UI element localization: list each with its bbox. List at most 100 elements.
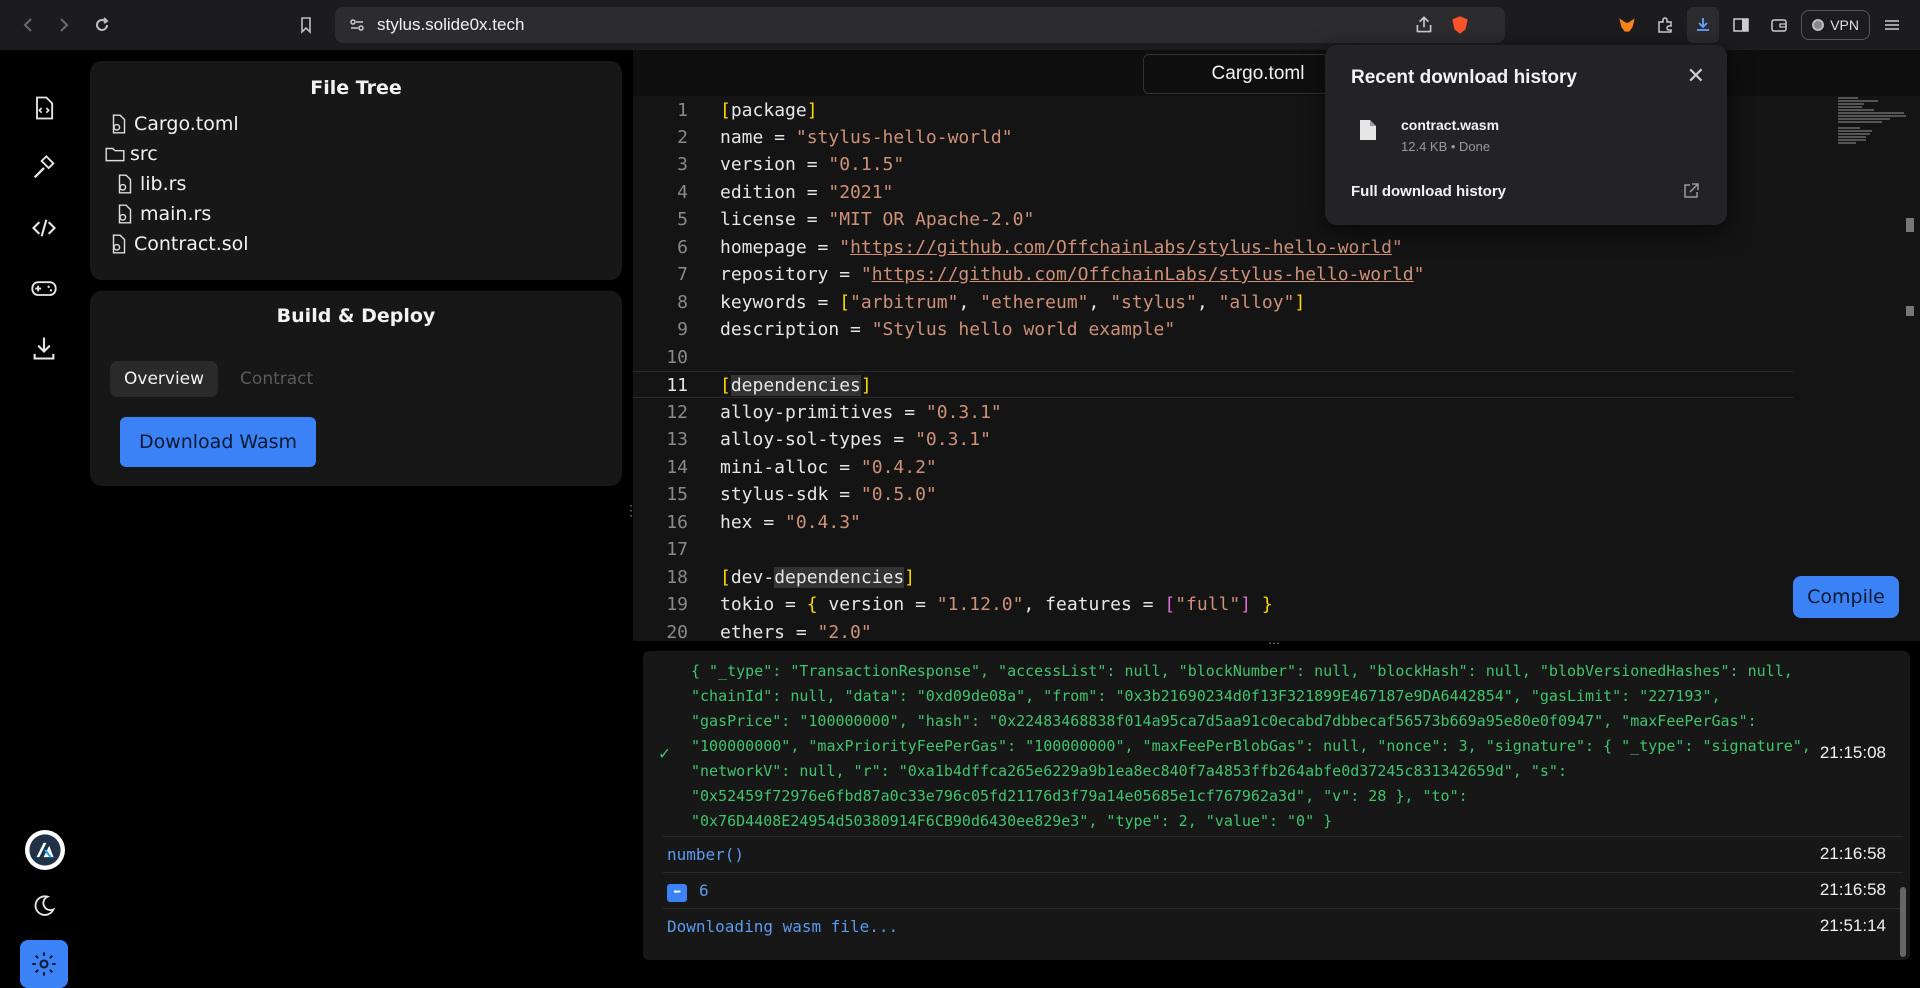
- extensions-puzzle-icon[interactable]: [1649, 7, 1681, 43]
- gamepad-icon[interactable]: [20, 264, 68, 312]
- line-number: 20: [666, 622, 688, 641]
- forward-button[interactable]: [46, 7, 82, 43]
- back-button[interactable]: [10, 7, 46, 43]
- line-number: 6: [677, 237, 688, 258]
- tab-contract[interactable]: Contract: [226, 361, 327, 397]
- line-number: 4: [677, 182, 688, 203]
- close-icon[interactable]: ✕: [1687, 63, 1705, 89]
- line-number: 10: [666, 347, 688, 368]
- code-line-6: homepage = "https://github.com/OffchainL…: [720, 237, 1403, 258]
- tree-file-label: lib.rs: [140, 173, 187, 195]
- line-number: 13: [666, 429, 688, 450]
- code-line-5: license = "MIT OR Apache-2.0": [720, 209, 1035, 230]
- compile-button[interactable]: Compile: [1793, 576, 1899, 618]
- console-scrollbar[interactable]: [1900, 887, 1906, 957]
- console-resize-handle[interactable]: ⋯: [1268, 636, 1280, 650]
- url-text: stylus.solide0x.tech: [377, 15, 525, 34]
- code-line-4: edition = "2021": [720, 182, 894, 203]
- code-line-2: name = "stylus-hello-world": [720, 127, 1013, 148]
- code-icon[interactable]: [20, 204, 68, 252]
- file-gear-icon: [112, 234, 126, 254]
- build-deploy-title: Build & Deploy: [276, 305, 436, 327]
- console-panel: ✓ { "_type": "TransactionResponse", "acc…: [643, 651, 1910, 960]
- line-number: 11: [666, 375, 688, 396]
- file-icon: [1360, 120, 1376, 140]
- reload-button[interactable]: [84, 7, 120, 43]
- line-number: 5: [677, 209, 688, 230]
- code-line-16: hex = "0.4.3": [720, 512, 861, 533]
- extensions-area: VPN: [1611, 7, 1908, 43]
- code-line-20: ethers = "2.0": [720, 622, 872, 641]
- reload-icon: [96, 17, 109, 31]
- file-gear-icon: [112, 114, 126, 134]
- full-download-history-link[interactable]: Full download history: [1351, 183, 1506, 200]
- arrow-left-icon: ⬅: [667, 883, 687, 902]
- code-line-11: [dependencies]: [720, 375, 872, 396]
- code-line-7: repository = "https://github.com/Offchai…: [720, 264, 1425, 285]
- download-log: Downloading wasm file...: [667, 917, 899, 936]
- brave-shield-icon[interactable]: [1449, 14, 1471, 36]
- line-number: 19: [666, 594, 688, 615]
- tree-file-contract[interactable]: Contract.sol: [108, 233, 249, 255]
- file-gear-icon: [118, 174, 132, 194]
- call-log: number(): [667, 845, 745, 864]
- external-link-icon[interactable]: [1681, 181, 1701, 201]
- log-divider: [663, 908, 1903, 909]
- result-log: ⬅ 6: [667, 881, 709, 902]
- line-number: 3: [677, 154, 688, 175]
- download-icon[interactable]: [20, 324, 68, 372]
- hammer-icon[interactable]: [20, 144, 68, 192]
- download-wasm-button[interactable]: Download Wasm: [120, 417, 316, 467]
- tree-file-main[interactable]: main.rs: [114, 203, 211, 225]
- line-number: 2: [677, 127, 688, 148]
- moon-icon[interactable]: [20, 882, 68, 930]
- wallet-icon[interactable]: [1763, 7, 1795, 43]
- bookmark-icon: [301, 17, 311, 34]
- arbitrum-logo-icon[interactable]: [25, 830, 65, 870]
- browser-toolbar: stylus.solide0x.tech VPN: [0, 0, 1920, 50]
- settings-gear-icon[interactable]: [20, 940, 68, 988]
- file-tree-title: File Tree: [310, 77, 402, 99]
- code-line-13: alloy-sol-types = "0.3.1": [720, 429, 991, 450]
- vpn-status-icon: [1812, 19, 1825, 31]
- site-settings-icon[interactable]: [347, 15, 367, 35]
- log-divider: [663, 872, 1903, 873]
- file-code-icon[interactable]: [20, 84, 68, 132]
- sidebar-toggle-icon[interactable]: [1725, 7, 1757, 43]
- tree-folder-src[interactable]: src: [104, 143, 158, 165]
- chevron-left-icon: [23, 18, 32, 32]
- editor-minimap[interactable]: [1838, 96, 1908, 186]
- bookmark-button[interactable]: [288, 7, 324, 43]
- code-line-15: stylus-sdk = "0.5.0": [720, 484, 937, 505]
- editor-scroll-marker: [1906, 218, 1914, 232]
- code-line-3: version = "0.1.5": [720, 154, 905, 175]
- tab-overview[interactable]: Overview: [110, 361, 219, 397]
- tree-folder-label: src: [130, 143, 158, 165]
- log-divider: [663, 836, 1903, 837]
- line-number: 9: [677, 319, 688, 340]
- vpn-button[interactable]: VPN: [1801, 10, 1870, 40]
- left-rail: [0, 50, 90, 988]
- log-timestamp: 21:16:58: [1819, 844, 1886, 863]
- metamask-icon[interactable]: [1611, 7, 1643, 43]
- menu-icon[interactable]: [1876, 7, 1908, 43]
- code-line-19: tokio = { version = "1.12.0", features =…: [720, 594, 1273, 615]
- tree-file-lib[interactable]: lib.rs: [114, 173, 186, 195]
- build-tabs: Overview Contract: [110, 361, 327, 397]
- line-number: 14: [666, 457, 688, 478]
- result-value: 6: [699, 881, 709, 900]
- file-tree-panel: File Tree Cargo.toml src lib.rs main.rs …: [90, 61, 622, 280]
- tree-file-label: Cargo.toml: [134, 113, 239, 135]
- download-file-name[interactable]: contract.wasm: [1401, 117, 1499, 133]
- tree-file-label: Contract.sol: [134, 233, 249, 255]
- download-history-popup: Recent download history ✕ contract.wasm …: [1325, 45, 1727, 225]
- downloads-icon[interactable]: [1687, 7, 1720, 43]
- popup-title: Recent download history: [1351, 67, 1577, 88]
- line-number: 17: [666, 539, 688, 560]
- vpn-label: VPN: [1830, 17, 1859, 33]
- line-number: 1: [677, 100, 688, 121]
- share-icon[interactable]: [1413, 14, 1435, 36]
- log-timestamp: 21:51:14: [1819, 916, 1886, 935]
- tree-file-cargo[interactable]: Cargo.toml: [108, 113, 239, 135]
- address-bar[interactable]: stylus.solide0x.tech: [335, 7, 1505, 43]
